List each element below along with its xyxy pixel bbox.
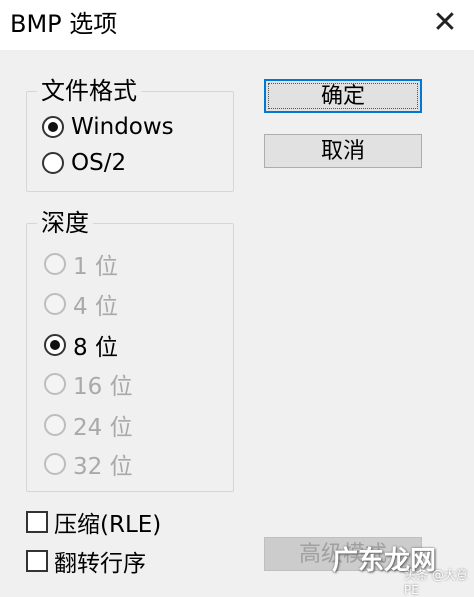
ok-button[interactable]: 确定 bbox=[264, 79, 422, 113]
radio-label: 1 位 bbox=[73, 254, 118, 280]
cancel-button[interactable]: 取消 bbox=[264, 134, 422, 168]
close-icon[interactable]: ✕ bbox=[430, 8, 460, 38]
radio-depth-16[interactable]: 16 位 bbox=[44, 367, 133, 401]
radio-label: 16 位 bbox=[73, 374, 133, 400]
radio-depth-8[interactable]: 8 位 bbox=[44, 328, 118, 362]
file-format-label: 文件格式 bbox=[41, 77, 137, 105]
title-bar: BMP 选项 ✕ bbox=[0, 0, 474, 50]
radio-format-os2[interactable]: OS/2 bbox=[42, 146, 126, 180]
radio-label: 24 位 bbox=[73, 415, 133, 441]
radio-icon[interactable] bbox=[42, 152, 64, 174]
ok-button-label: 确定 bbox=[320, 84, 365, 109]
watermark-subtext: 头条 @大意PE bbox=[404, 568, 468, 597]
checkbox-icon[interactable] bbox=[26, 511, 48, 533]
checkbox-label: 翻转行序 bbox=[54, 551, 146, 577]
radio-icon[interactable] bbox=[44, 293, 66, 315]
radio-icon[interactable] bbox=[44, 373, 66, 395]
radio-icon-checked[interactable] bbox=[42, 116, 64, 138]
cancel-button-label: 取消 bbox=[320, 139, 365, 164]
radio-label: 4 位 bbox=[73, 294, 118, 320]
radio-format-windows[interactable]: Windows bbox=[42, 110, 174, 144]
radio-depth-24[interactable]: 24 位 bbox=[44, 408, 133, 442]
checkbox-flip-row-order[interactable]: 翻转行序 bbox=[26, 544, 146, 578]
checkbox-compress-rle[interactable]: 压缩(RLE) bbox=[26, 505, 161, 539]
depth-label: 深度 bbox=[41, 209, 89, 237]
radio-depth-32[interactable]: 32 位 bbox=[44, 447, 133, 481]
radio-depth-1[interactable]: 1 位 bbox=[44, 247, 118, 281]
radio-icon[interactable] bbox=[44, 414, 66, 436]
radio-label: OS/2 bbox=[71, 150, 127, 176]
radio-icon-checked[interactable] bbox=[44, 334, 66, 356]
radio-icon[interactable] bbox=[44, 253, 66, 275]
radio-label: 32 位 bbox=[73, 454, 133, 480]
radio-label: 8 位 bbox=[73, 335, 118, 361]
window-title: BMP 选项 bbox=[10, 10, 118, 38]
radio-icon[interactable] bbox=[44, 453, 66, 475]
checkbox-label: 压缩(RLE) bbox=[54, 512, 162, 538]
radio-label: Windows bbox=[71, 114, 174, 140]
checkbox-icon[interactable] bbox=[26, 550, 48, 572]
radio-depth-4[interactable]: 4 位 bbox=[44, 287, 118, 321]
